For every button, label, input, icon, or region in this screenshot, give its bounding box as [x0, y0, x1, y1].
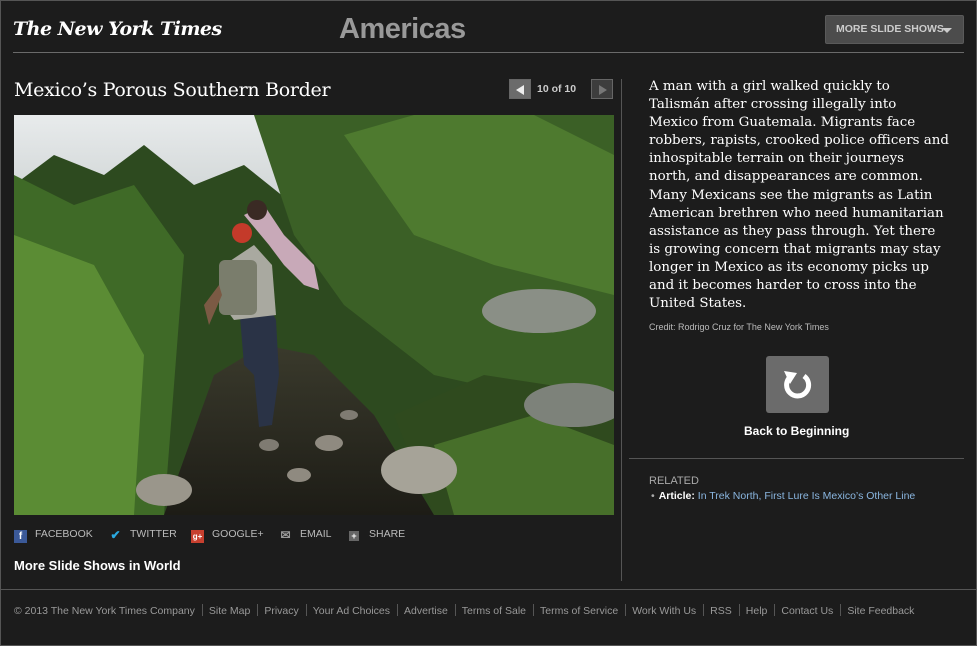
footer-separator — [397, 604, 399, 616]
slideshow-window: The New York Times Americas MORE SLIDE S… — [0, 0, 977, 646]
footer-separator — [738, 604, 740, 616]
more-slide-shows-dropdown[interactable]: MORE SLIDE SHOWS — [825, 15, 964, 44]
share-icon: + — [349, 531, 359, 541]
chevron-right-icon — [599, 85, 607, 95]
footer-separator — [625, 604, 627, 616]
footer-link-terms-of-sale[interactable]: Terms of Sale — [462, 605, 526, 617]
chevron-down-icon — [942, 28, 952, 33]
footer-link-site-feedback[interactable]: Site Feedback — [847, 605, 914, 617]
more-slide-shows-label: MORE SLIDE SHOWS — [836, 23, 944, 35]
googleplus-label: GOOGLE+ — [212, 528, 264, 540]
footer-separator — [454, 604, 456, 616]
related-divider — [629, 458, 964, 459]
replay-icon — [784, 371, 812, 399]
footer-copyright: © 2013 The New York Times Company — [14, 605, 195, 617]
footer-separator — [774, 604, 776, 616]
share-button[interactable]: + SHARE — [349, 528, 405, 544]
email-label: EMAIL — [300, 528, 332, 540]
nyt-logo[interactable]: The New York Times — [13, 18, 222, 40]
footer-separator — [840, 604, 842, 616]
footer-link-privacy[interactable]: Privacy — [264, 605, 298, 617]
footer-link-work-with-us[interactable]: Work With Us — [632, 605, 696, 617]
previous-slide-button[interactable] — [509, 79, 531, 99]
back-to-beginning-button[interactable] — [766, 356, 829, 413]
header: The New York Times Americas MORE SLIDE S… — [1, 1, 976, 53]
footer-link-site-map[interactable]: Site Map — [209, 605, 250, 617]
section-title[interactable]: Americas — [339, 13, 466, 46]
email-share-button[interactable]: ✉ EMAIL — [279, 528, 332, 544]
footer-link-advertise[interactable]: Advertise — [404, 605, 448, 617]
slide-caption: A man with a girl walked quickly to Tali… — [649, 79, 949, 312]
related-kind: Article: — [658, 490, 695, 502]
related-heading: RELATED — [649, 475, 699, 487]
header-divider — [13, 52, 964, 53]
back-to-beginning-label[interactable]: Back to Beginning — [744, 424, 849, 438]
googleplus-share-button[interactable]: g+ GOOGLE+ — [191, 528, 264, 544]
photo-credit: Credit: Rodrigo Cruz for The New York Ti… — [649, 322, 829, 332]
slide-counter: 10 of 10 — [537, 83, 577, 95]
footer-link-terms-of-service[interactable]: Terms of Service — [540, 605, 618, 617]
bullet: • — [651, 490, 655, 502]
footer-separator — [305, 604, 307, 616]
footer-separator — [257, 604, 259, 616]
email-icon: ✉ — [280, 528, 291, 542]
googleplus-icon: g+ — [191, 530, 204, 543]
facebook-share-button[interactable]: f FACEBOOK — [14, 528, 93, 544]
footer-separator — [201, 604, 203, 616]
footer-link-ad-choices[interactable]: Your Ad Choices — [313, 605, 390, 617]
slide-photo[interactable] — [14, 115, 614, 515]
footer-separator — [703, 604, 705, 616]
facebook-icon: f — [14, 530, 27, 543]
slide-photo-image — [14, 115, 614, 515]
footer-link-rss[interactable]: RSS — [710, 605, 732, 617]
twitter-label: TWITTER — [130, 528, 177, 540]
column-divider — [621, 79, 622, 581]
footer-link-help[interactable]: Help — [746, 605, 768, 617]
more-slide-shows-in-world-link[interactable]: More Slide Shows in World — [14, 558, 181, 573]
facebook-label: FACEBOOK — [35, 528, 93, 540]
related-article-link[interactable]: In Trek North, First Lure Is Mexico’s Ot… — [698, 490, 915, 502]
twitter-share-button[interactable]: ✔ TWITTER — [109, 528, 177, 544]
footer-links: © 2013 The New York Times Company Site Ma… — [14, 604, 964, 619]
twitter-icon: ✔ — [110, 528, 121, 542]
footer-link-contact-us[interactable]: Contact Us — [781, 605, 833, 617]
slide-show-title: Mexico’s Porous Southern Border — [14, 79, 331, 101]
next-slide-button[interactable] — [591, 79, 613, 99]
share-label: SHARE — [369, 528, 406, 540]
footer-divider — [1, 589, 976, 590]
related-article-item: • Article: In Trek North, First Lure Is M… — [651, 490, 915, 502]
footer-separator — [533, 604, 534, 616]
chevron-left-icon — [516, 85, 524, 95]
